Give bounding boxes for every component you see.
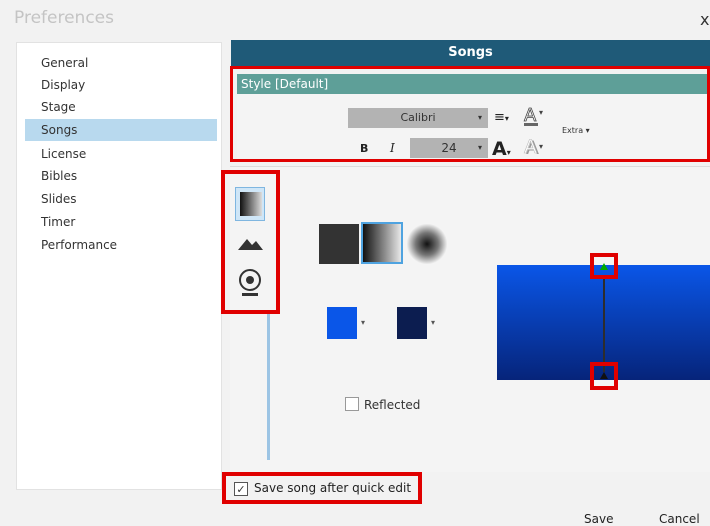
highlight-box bbox=[221, 170, 280, 314]
window-title: Preferences bbox=[14, 8, 114, 28]
gradient-stop-bottom[interactable] bbox=[590, 362, 618, 390]
sidebar-item-timer[interactable]: Timer bbox=[25, 211, 217, 233]
reflected-label: Reflected bbox=[364, 398, 421, 412]
gradient-stop-track bbox=[603, 278, 605, 372]
sidebar-item-performance[interactable]: Performance bbox=[25, 234, 217, 256]
chevron-down-icon[interactable]: ▾ bbox=[431, 318, 435, 327]
save-after-quick-edit-label: Save song after quick edit bbox=[254, 481, 412, 495]
fill-solid-option[interactable] bbox=[319, 224, 359, 264]
gradient-color-a[interactable] bbox=[327, 307, 357, 339]
chevron-down-icon[interactable]: ▾ bbox=[361, 318, 365, 327]
sidebar-item-slides[interactable]: Slides bbox=[25, 188, 217, 210]
tab-divider bbox=[267, 312, 270, 460]
sidebar-item-stage[interactable]: Stage bbox=[25, 96, 217, 118]
highlight-box bbox=[230, 66, 710, 162]
stop-handle-icon bbox=[600, 263, 608, 270]
sidebar-item-bibles[interactable]: Bibles bbox=[25, 165, 217, 187]
sidebar-item-display[interactable]: Display bbox=[25, 74, 217, 96]
reflected-checkbox[interactable] bbox=[345, 397, 359, 411]
sidebar-item-license[interactable]: License bbox=[25, 143, 217, 165]
sidebar: General Display Stage Songs License Bibl… bbox=[16, 42, 222, 490]
panel-header: Songs bbox=[231, 40, 710, 66]
stop-handle-icon bbox=[600, 372, 608, 379]
save-after-quick-edit-checkbox[interactable]: ✓ bbox=[234, 482, 248, 496]
sidebar-item-general[interactable]: General bbox=[25, 52, 217, 74]
sidebar-item-songs[interactable]: Songs bbox=[25, 119, 217, 141]
gradient-color-b[interactable] bbox=[397, 307, 427, 339]
gradient-stop-top[interactable] bbox=[590, 253, 618, 279]
close-button[interactable]: x bbox=[700, 10, 709, 29]
fill-radial-option[interactable] bbox=[407, 224, 447, 264]
fill-linear-option[interactable] bbox=[361, 222, 403, 264]
